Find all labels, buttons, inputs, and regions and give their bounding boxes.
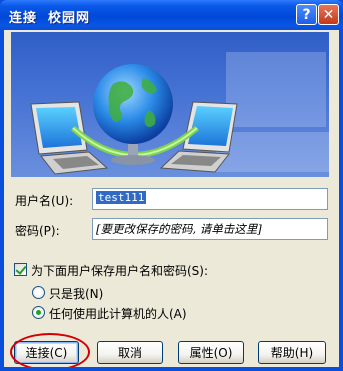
window-title: 连接 校园网 [9,11,91,26]
help-icon[interactable]: ? [296,4,317,25]
dialog-window: 连接 校园网 ? ✕ 用户名(U): test111 密码(P): [要更改保存… [0,0,343,371]
radio-only-me[interactable] [32,286,45,299]
password-field[interactable]: [要更改保存的密码, 请单击这里] [92,218,328,240]
close-icon[interactable]: ✕ [318,4,339,25]
title-bar[interactable]: 连接 校园网 ? ✕ [0,0,343,30]
save-credentials-label[interactable]: 为下面用户保存用户名和密码(S): [31,262,208,279]
cancel-button[interactable]: 取消 [97,341,163,364]
help-button[interactable]: 帮助(H) [258,341,326,364]
radio-only-me-label[interactable]: 只是我(N) [49,285,103,302]
annotation-highlight-ellipse [10,333,90,371]
dialog-body: 用户名(U): test111 密码(P): [要更改保存的密码, 请单击这里]… [4,30,339,371]
globe-icon [93,64,173,144]
radio-anyone[interactable] [32,306,45,319]
properties-button[interactable]: 属性(O) [178,341,244,364]
window-frame-bottom [0,367,343,371]
username-field[interactable]: test111 [92,188,328,210]
username-value: test111 [96,191,147,204]
username-label: 用户名(U): [15,194,74,208]
radio-anyone-label[interactable]: 任何使用此计算机的人(A) [49,305,187,322]
network-connection-illustration [30,52,329,175]
password-label: 密码(P): [15,224,60,238]
save-credentials-checkbox[interactable] [14,263,27,276]
network-banner [11,32,329,177]
